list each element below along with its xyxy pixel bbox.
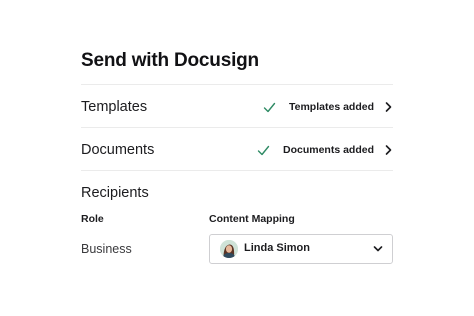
chevron-right-icon[interactable] <box>384 101 393 113</box>
chevron-right-icon[interactable] <box>384 144 393 156</box>
divider <box>81 170 393 171</box>
documents-label: Documents <box>81 142 155 158</box>
recipients-title: Recipients <box>81 185 149 201</box>
selected-recipient-name: Linda Simon <box>244 242 310 254</box>
templates-status[interactable]: Templates added <box>263 95 393 119</box>
check-icon <box>257 145 270 155</box>
templates-row[interactable]: Templates Templates added <box>81 95 393 119</box>
chevron-down-icon[interactable] <box>373 245 383 253</box>
documents-status-text: Documents added <box>282 144 374 156</box>
content-mapping-select[interactable]: Linda Simon <box>209 234 393 264</box>
divider <box>81 127 393 128</box>
send-panel: Send with Docusign Templates Templates a… <box>81 0 393 316</box>
role-column-header: Role <box>81 213 104 225</box>
content-mapping-column-header: Content Mapping <box>209 213 295 225</box>
documents-status[interactable]: Documents added <box>257 138 393 162</box>
recipient-role: Business <box>81 242 132 256</box>
templates-label: Templates <box>81 99 148 115</box>
avatar <box>220 240 238 258</box>
documents-row[interactable]: Documents Documents added <box>81 138 393 162</box>
check-icon <box>263 102 276 112</box>
templates-status-text: Templates added <box>289 101 374 113</box>
avatar-image <box>220 240 238 258</box>
divider <box>81 84 393 85</box>
page-title: Send with Docusign <box>81 50 259 71</box>
